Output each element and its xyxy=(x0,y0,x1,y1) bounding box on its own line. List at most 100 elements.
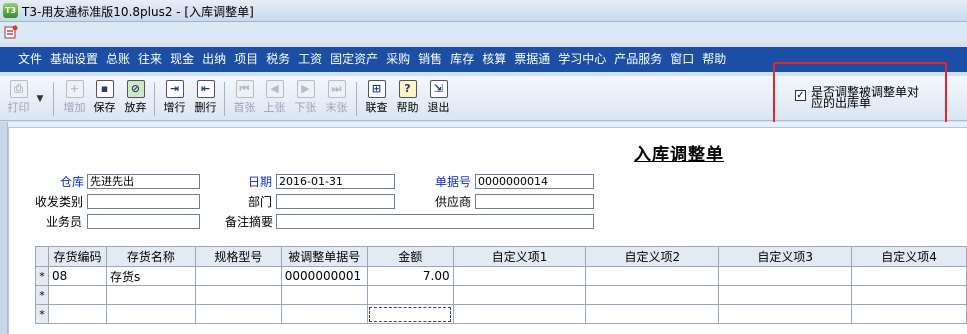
help-icon: ? xyxy=(398,80,417,98)
cell-custom3[interactable] xyxy=(718,285,853,305)
grid-corner xyxy=(35,246,49,267)
menu-fixed-assets[interactable]: 固定资产 xyxy=(326,51,382,68)
date-field[interactable]: 2016-01-31 xyxy=(276,174,395,189)
add-row-icon: ⇥ xyxy=(165,80,184,98)
cell-name[interactable] xyxy=(105,304,196,324)
rs-type-field[interactable] xyxy=(87,194,200,209)
cell-spec[interactable] xyxy=(194,304,282,324)
cell-custom1[interactable] xyxy=(452,304,587,324)
col-header-custom4[interactable]: 自定义项4 xyxy=(851,246,967,267)
cell-custom2[interactable] xyxy=(585,285,720,305)
add-row-button[interactable]: ⇥ 增行 xyxy=(160,80,189,118)
menu-basic-settings[interactable]: 基础设置 xyxy=(46,51,102,68)
prev-button[interactable]: ◀ 上张 xyxy=(260,80,289,118)
first-button[interactable]: ⏮ 首张 xyxy=(230,80,259,118)
next-label: 下张 xyxy=(294,101,317,114)
table-row[interactable]: * 08 存货s 0000000001 7.00 xyxy=(35,266,967,286)
adjust-outbound-checkbox[interactable]: ✓ xyxy=(795,90,806,101)
cell-spec[interactable] xyxy=(194,266,282,286)
rs-type-label: 收发类别 xyxy=(35,195,84,209)
doc-no-field[interactable]: 0000000014 xyxy=(475,174,594,189)
col-header-custom3[interactable]: 自定义项3 xyxy=(718,246,853,267)
exit-door-icon: ⇲ xyxy=(429,80,448,98)
window-titlebar: T3 T3-用友通标准版10.8plus2 - [入库调整单] xyxy=(0,0,967,22)
cell-code[interactable] xyxy=(47,304,107,324)
menu-purchase[interactable]: 采购 xyxy=(382,51,414,68)
cell-custom1[interactable] xyxy=(452,285,587,305)
save-button[interactable]: ▪ 保存 xyxy=(90,80,119,118)
table-row[interactable]: * xyxy=(35,304,967,324)
col-header-amount[interactable]: 金额 xyxy=(366,246,454,267)
cell-amount[interactable] xyxy=(366,304,454,324)
menu-file[interactable]: 文件 xyxy=(14,51,46,68)
date-label: 日期 xyxy=(248,175,273,189)
link-query-button[interactable]: ⊞ 联查 xyxy=(362,80,391,118)
menu-cashier[interactable]: 出纳 xyxy=(198,51,230,68)
printer-icon: ⎙ xyxy=(9,80,28,98)
supplier-field[interactable] xyxy=(475,194,594,209)
cell-amount[interactable]: 7.00 xyxy=(366,266,454,286)
cell-adj-doc-no[interactable] xyxy=(280,285,368,305)
col-header-custom1[interactable]: 自定义项1 xyxy=(452,246,587,267)
help-button[interactable]: ? 帮助 xyxy=(393,80,422,118)
cell-custom4[interactable] xyxy=(851,266,967,286)
cell-name[interactable] xyxy=(105,285,196,305)
dept-field[interactable] xyxy=(276,194,395,209)
cell-custom4[interactable] xyxy=(851,304,967,324)
document-system-icon[interactable] xyxy=(3,24,19,40)
prev-label: 上张 xyxy=(263,101,286,114)
cell-custom2[interactable] xyxy=(585,304,720,324)
warehouse-label: 仓库 xyxy=(60,175,85,189)
print-dropdown-arrow-icon[interactable]: ▼ xyxy=(35,94,45,106)
abandon-button[interactable]: ⊘ 放弃 xyxy=(121,80,150,118)
menu-receivables[interactable]: 往来 xyxy=(134,51,166,68)
clerk-label: 业务员 xyxy=(46,215,83,229)
add-button[interactable]: + 增加 xyxy=(60,80,89,118)
menu-sales[interactable]: 销售 xyxy=(414,51,446,68)
cell-custom2[interactable] xyxy=(585,266,720,286)
col-header-code[interactable]: 存货编码 xyxy=(47,246,107,267)
menu-window[interactable]: 窗口 xyxy=(666,51,698,68)
menu-costing[interactable]: 核算 xyxy=(478,51,510,68)
col-header-name[interactable]: 存货名称 xyxy=(105,246,196,267)
cell-adj-doc-no[interactable] xyxy=(280,304,368,324)
menu-general-ledger[interactable]: 总账 xyxy=(102,51,134,68)
delete-row-button[interactable]: ⇤ 删行 xyxy=(191,80,220,118)
menu-payroll[interactable]: 工资 xyxy=(294,51,326,68)
grid-header-row: 存货编码 存货名称 规格型号 被调整单据号 金额 自定义项1 自定义项2 自定义… xyxy=(35,246,967,267)
clerk-field[interactable] xyxy=(87,214,200,229)
warehouse-field[interactable]: 先进先出 xyxy=(87,174,200,189)
last-label: 末张 xyxy=(325,101,348,114)
menu-learning-center[interactable]: 学习中心 xyxy=(554,51,610,68)
remark-field[interactable] xyxy=(276,214,594,229)
menu-inventory[interactable]: 库存 xyxy=(446,51,478,68)
dept-label: 部门 xyxy=(248,195,273,209)
col-header-adj-doc-no[interactable]: 被调整单据号 xyxy=(280,246,368,267)
exit-button[interactable]: ⇲ 退出 xyxy=(424,80,453,118)
menu-product-services[interactable]: 产品服务 xyxy=(610,51,666,68)
print-label: 打印 xyxy=(7,101,30,114)
menu-help[interactable]: 帮助 xyxy=(698,51,730,68)
menu-project[interactable]: 项目 xyxy=(230,51,262,68)
table-row[interactable]: * xyxy=(35,285,967,305)
abandon-icon: ⊘ xyxy=(126,80,145,98)
cell-code[interactable]: 08 xyxy=(47,266,107,286)
cell-amount[interactable] xyxy=(366,285,454,305)
last-button[interactable]: ⏭ 末张 xyxy=(322,80,351,118)
print-button[interactable]: ⎙ 打印 xyxy=(4,80,33,118)
col-header-custom2[interactable]: 自定义项2 xyxy=(585,246,720,267)
menu-cash[interactable]: 现金 xyxy=(166,51,198,68)
cell-custom1[interactable] xyxy=(452,266,587,286)
col-header-spec[interactable]: 规格型号 xyxy=(194,246,282,267)
cell-code[interactable] xyxy=(47,285,107,305)
cell-custom3[interactable] xyxy=(718,304,853,324)
cell-custom3[interactable] xyxy=(718,266,853,286)
cell-name[interactable]: 存货s xyxy=(105,266,196,286)
next-button[interactable]: ▶ 下张 xyxy=(291,80,320,118)
cell-custom4[interactable] xyxy=(851,285,967,305)
cell-spec[interactable] xyxy=(194,285,282,305)
menu-invoice[interactable]: 票据通 xyxy=(510,51,554,68)
cell-adj-doc-no[interactable]: 0000000001 xyxy=(280,266,368,286)
doc-no-label: 单据号 xyxy=(435,175,472,189)
menu-tax[interactable]: 税务 xyxy=(262,51,294,68)
